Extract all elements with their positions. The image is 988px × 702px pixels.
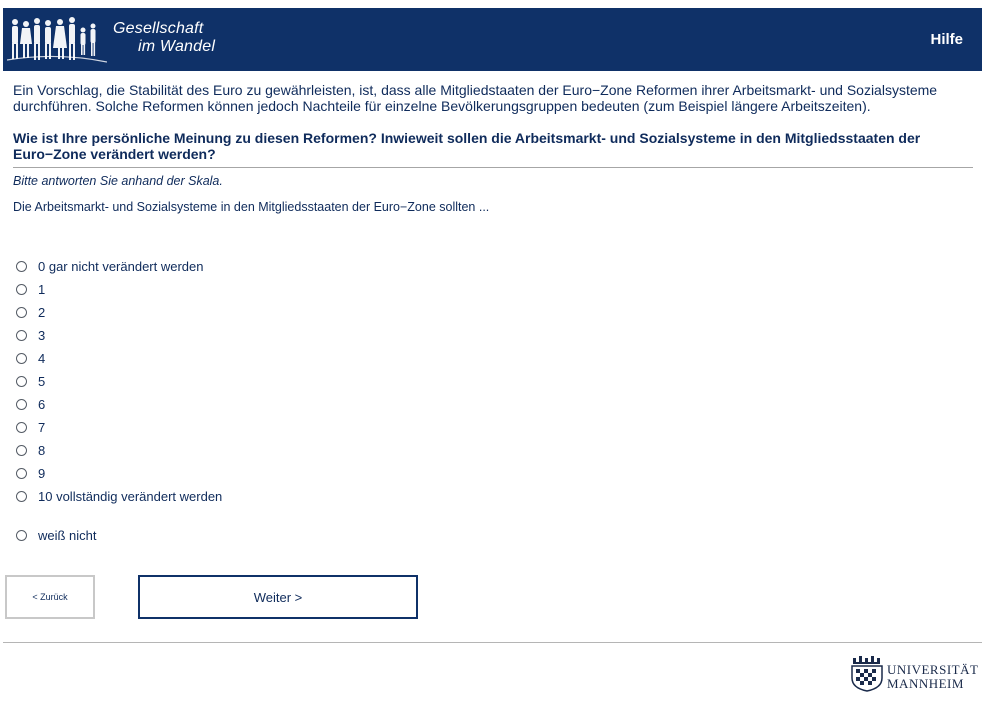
back-button[interactable]: < Zurück — [5, 575, 95, 619]
option-8[interactable]: 8 — [16, 439, 222, 462]
logo-title-line2: im Wandel — [138, 38, 216, 55]
option-label: 3 — [38, 328, 46, 343]
next-button[interactable]: Weiter > — [138, 575, 418, 619]
radio-button[interactable] — [16, 422, 27, 433]
radio-button[interactable] — [16, 284, 27, 295]
option-label: 8 — [38, 443, 46, 458]
option-5[interactable]: 5 — [16, 370, 222, 393]
radio-button[interactable] — [16, 530, 27, 541]
option-label: 9 — [38, 466, 46, 481]
university-name-line2: MANNHEIM — [887, 676, 964, 691]
option-10[interactable]: 10 vollständig verändert werden — [16, 485, 222, 508]
help-link[interactable]: Hilfe — [930, 31, 963, 48]
question-intro: Ein Vorschlag, die Stabilität des Euro z… — [13, 82, 938, 114]
radio-button[interactable] — [16, 445, 27, 456]
footer-divider — [3, 642, 982, 643]
radio-button[interactable] — [16, 261, 27, 272]
option-4[interactable]: 4 — [16, 347, 222, 370]
option-label: 0 gar nicht verändert werden — [38, 259, 204, 274]
logo-title-line1: Gesellschaft — [113, 20, 204, 37]
option-label: 7 — [38, 420, 46, 435]
option-label: 6 — [38, 397, 46, 412]
option-label: 2 — [38, 305, 46, 320]
option-1[interactable]: 1 — [16, 278, 222, 301]
option-dont-know[interactable]: weiß nicht — [16, 524, 222, 547]
radio-button[interactable] — [16, 376, 27, 387]
question-text: Wie ist Ihre persönliche Meinung zu dies… — [13, 130, 973, 168]
option-label: 10 vollständig verändert werden — [38, 489, 223, 504]
option-7[interactable]: 7 — [16, 416, 222, 439]
option-3[interactable]: 3 — [16, 324, 222, 347]
radio-button[interactable] — [16, 307, 27, 318]
university-logo: UNIVERSITÄT MANNHEIM — [850, 656, 984, 692]
header-bar: Gesellschaft im Wandel Hilfe — [3, 8, 982, 71]
survey-logo: Gesellschaft im Wandel — [3, 8, 243, 71]
people-silhouettes-icon — [7, 17, 107, 63]
radio-button[interactable] — [16, 491, 27, 502]
option-label: 5 — [38, 374, 46, 389]
option-2[interactable]: 2 — [16, 301, 222, 324]
university-crest-icon — [851, 656, 883, 692]
option-label: 1 — [38, 282, 46, 297]
option-label: 4 — [38, 351, 46, 366]
option-0[interactable]: 0 gar nicht verändert werden — [16, 255, 222, 278]
question-stem: Die Arbeitsmarkt- und Sozialsysteme in d… — [13, 200, 490, 214]
radio-button[interactable] — [16, 353, 27, 364]
radio-button[interactable] — [16, 468, 27, 479]
option-label: weiß nicht — [38, 528, 97, 543]
option-9[interactable]: 9 — [16, 462, 222, 485]
question-content: Ein Vorschlag, die Stabilität des Euro z… — [13, 82, 973, 214]
survey-page: Gesellschaft im Wandel Hilfe Ein Vorschl… — [0, 0, 988, 702]
answer-scale: 0 gar nicht verändert werden 1 2 3 4 5 6… — [16, 255, 222, 547]
answer-instruction: Bitte antworten Sie anhand der Skala. — [13, 174, 223, 188]
option-6[interactable]: 6 — [16, 393, 222, 416]
radio-button[interactable] — [16, 330, 27, 341]
radio-button[interactable] — [16, 399, 27, 410]
